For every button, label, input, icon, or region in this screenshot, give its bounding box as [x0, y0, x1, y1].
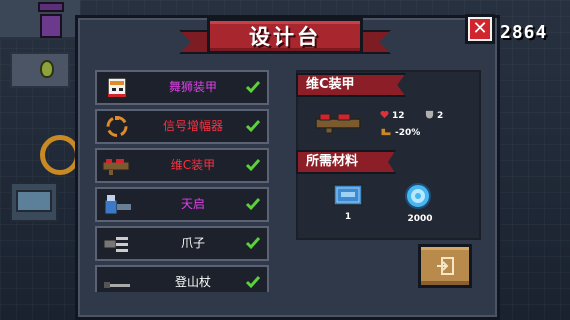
material-count: 1 — [344, 212, 352, 222]
trekking-pole-icon — [100, 270, 134, 292]
panel-title: 设计台 — [249, 25, 321, 49]
speed-stat: -20% — [380, 127, 420, 138]
close-icon: ✕ — [470, 19, 490, 39]
material-count: 2000 — [407, 214, 433, 224]
gem-icon — [404, 182, 432, 210]
selected-item-name: 维C装甲 — [296, 73, 406, 97]
pear-icon — [40, 60, 54, 78]
hp-value: 12 — [392, 111, 405, 121]
background-ring — [40, 135, 80, 175]
speed-value: -20% — [395, 128, 421, 138]
armor-value: 2 — [437, 111, 444, 121]
heart-icon — [380, 110, 389, 119]
shield-icon — [425, 110, 434, 119]
list-item[interactable]: 维C装甲 — [95, 148, 269, 183]
item-label: 信号增幅器 — [162, 119, 223, 133]
item-label: 爪子 — [180, 236, 205, 250]
background-monitor — [16, 190, 52, 212]
lion-armor-icon — [100, 75, 134, 100]
list-item[interactable]: 登山杖 — [95, 265, 269, 292]
item-label: 维C装甲 — [170, 158, 216, 172]
blueprint-icon — [333, 184, 363, 206]
checkmark-icon — [245, 79, 261, 95]
armor-stat: 2 — [425, 110, 443, 121]
checkmark-icon — [245, 235, 261, 251]
gem-count: 2864 — [500, 22, 548, 43]
list-item[interactable]: 天启 — [95, 187, 269, 222]
list-item[interactable]: 信号增幅器 — [95, 109, 269, 144]
item-label: 登山杖 — [174, 275, 211, 289]
hp-stat: 12 — [380, 110, 405, 121]
vitamin-c-armor-preview-icon — [314, 110, 364, 134]
item-label: 舞狮装甲 — [168, 80, 217, 94]
title-banner: 设计台 — [179, 16, 391, 56]
apocalypse-icon — [100, 192, 134, 217]
signal-amplifier-icon — [100, 114, 134, 139]
checkmark-icon — [245, 196, 261, 212]
game-scene: 设计台 ✕ 2864 舞狮装甲 信号增幅器 维C装甲 天启 爪子 登山杖 维C装… — [0, 0, 570, 320]
item-label: 天启 — [180, 197, 205, 211]
claw-icon — [100, 231, 134, 256]
list-item[interactable]: 舞狮装甲 — [95, 70, 269, 105]
boot-icon — [381, 128, 391, 136]
checkmark-icon — [245, 157, 261, 173]
item-list[interactable]: 舞狮装甲 信号增幅器 维C装甲 天启 爪子 登山杖 — [95, 70, 271, 292]
close-button[interactable]: ✕ — [465, 14, 495, 44]
checkmark-icon — [245, 274, 261, 290]
vitamin-c-armor-icon — [100, 153, 134, 178]
list-item[interactable]: 爪子 — [95, 226, 269, 261]
exit-button[interactable] — [418, 244, 472, 288]
checkmark-icon — [245, 118, 261, 134]
materials-label: 所需材料 — [296, 150, 396, 174]
exit-icon — [437, 257, 454, 275]
background-character — [36, 2, 66, 42]
